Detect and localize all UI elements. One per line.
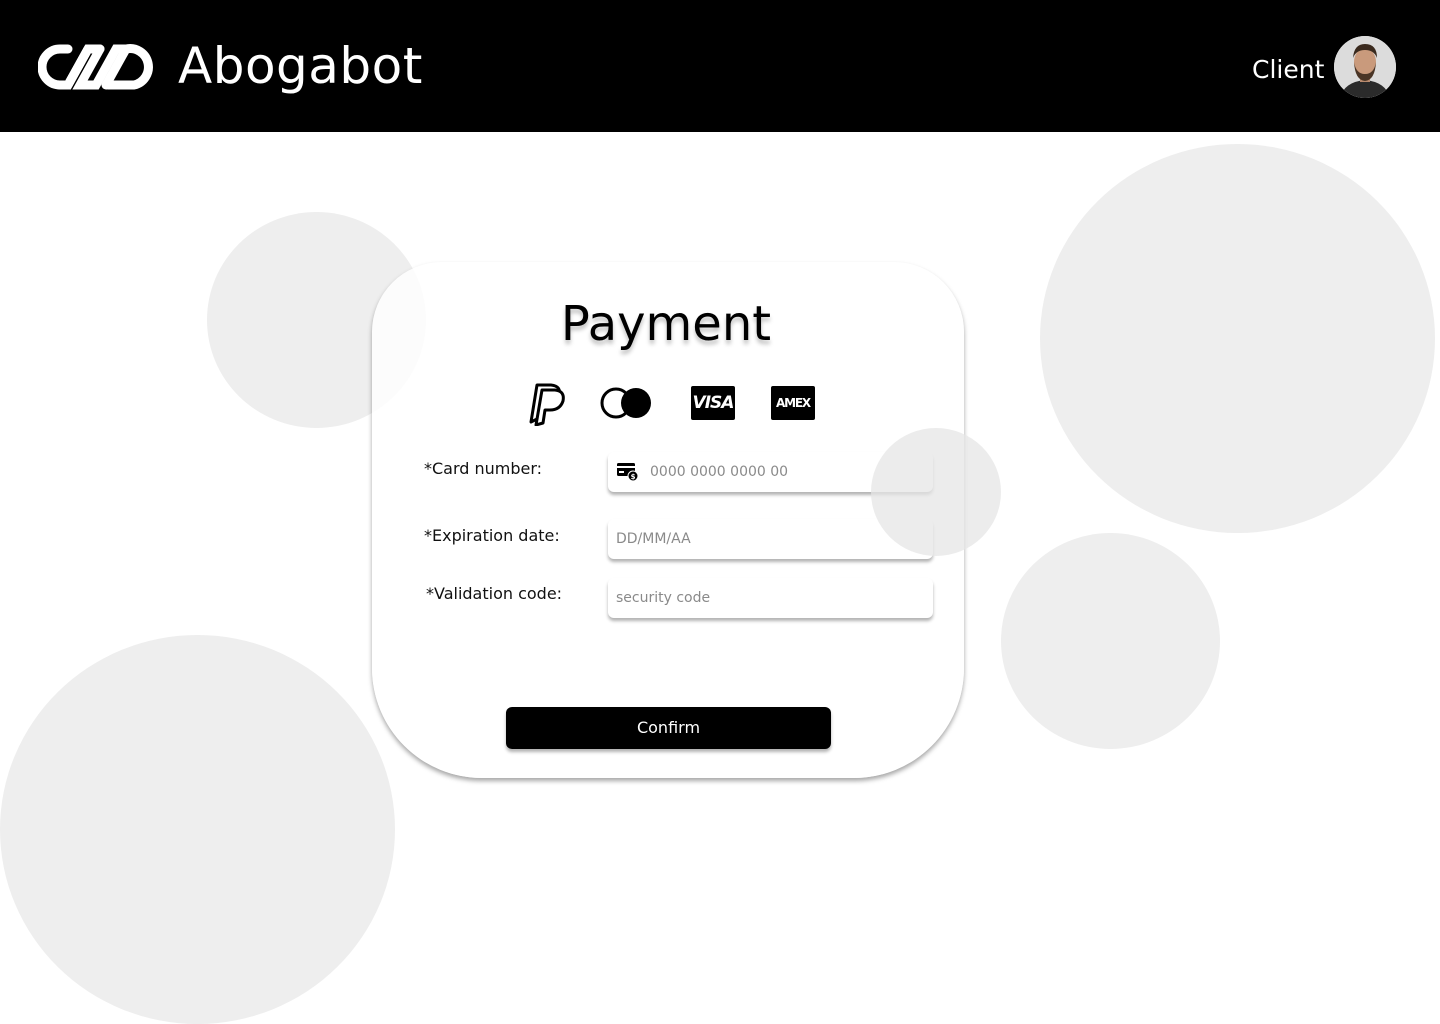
card-number-label: *Card number: <box>424 459 543 478</box>
decor-circle <box>871 428 1001 556</box>
top-header: Abogabot Client <box>0 0 1440 132</box>
confirm-button[interactable]: Confirm <box>506 707 831 749</box>
payment-card: Payment VISA AMEX *Card number: $ 0000 0… <box>372 262 964 778</box>
mastercard-icon[interactable] <box>600 386 652 424</box>
amex-icon[interactable]: AMEX <box>771 386 815 420</box>
brand-name: Abogabot <box>178 37 423 95</box>
paypal-icon[interactable] <box>522 382 566 430</box>
logo-svg <box>37 44 153 90</box>
payment-title: Payment <box>560 296 772 352</box>
credit-card-dollar-icon: $ <box>616 462 640 486</box>
validation-code-label: *Validation code: <box>426 584 563 603</box>
user-avatar[interactable] <box>1334 36 1396 98</box>
svg-text:$: $ <box>631 473 636 481</box>
decor-circle <box>1040 144 1435 533</box>
decor-circle <box>0 635 395 1024</box>
decor-circle <box>1001 533 1220 749</box>
infinity-chain-logo-icon[interactable] <box>37 44 156 94</box>
amex-logo-text: AMEX <box>771 386 815 420</box>
expiration-date-input[interactable] <box>616 519 921 559</box>
mastercard-svg <box>600 387 651 419</box>
user-role-label: Client <box>1252 55 1325 84</box>
visa-logo-text: VISA <box>691 386 735 420</box>
expiration-date-label: *Expiration date: <box>424 526 560 545</box>
paypal-svg <box>529 383 565 427</box>
validation-code-field[interactable] <box>608 578 933 618</box>
visa-icon[interactable]: VISA <box>691 386 735 420</box>
validation-code-input[interactable] <box>616 578 921 618</box>
avatar-image <box>1334 36 1396 98</box>
